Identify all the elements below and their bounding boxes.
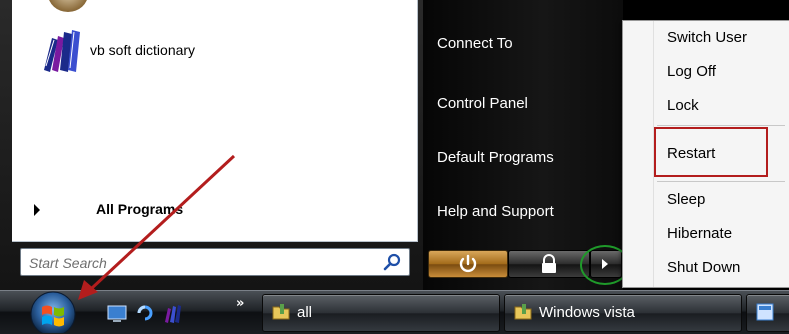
- taskbar-button-windows-vista[interactable]: Windows vista: [504, 294, 742, 332]
- menu-separator: [657, 125, 785, 126]
- lock-icon: [542, 254, 556, 273]
- start-search-box[interactable]: [20, 248, 410, 276]
- start-button[interactable]: [22, 290, 84, 333]
- program-label: vb soft dictionary: [90, 42, 196, 58]
- taskbar-button-all[interactable]: all: [262, 294, 500, 332]
- menu-item-shut-down[interactable]: Shut Down: [667, 259, 740, 276]
- program-item-vb-soft-dictionary[interactable]: vb soft dictionary: [40, 26, 410, 76]
- menu-item-hibernate[interactable]: Hibernate: [667, 225, 732, 242]
- menu-item-sleep[interactable]: Sleep: [667, 191, 705, 208]
- show-desktop-icon[interactable]: [106, 302, 128, 324]
- books-icon: [44, 30, 80, 72]
- power-icon: [459, 254, 477, 273]
- lock-button[interactable]: [508, 250, 590, 278]
- all-programs-label: All Programs: [96, 201, 184, 217]
- app-icon: [756, 303, 774, 321]
- control-panel-item[interactable]: Control Panel: [437, 95, 528, 112]
- annotation-restart-highlight: [654, 127, 768, 177]
- menu-item-switch-user[interactable]: Switch User: [667, 29, 747, 46]
- arrow-right-icon: [34, 204, 40, 216]
- start-menu-programs-pane: vb soft dictionary All Programs: [12, 0, 418, 242]
- help-and-support-item[interactable]: Help and Support: [437, 203, 554, 220]
- search-icon[interactable]: [383, 253, 401, 271]
- previous-program-icon: [48, 0, 88, 12]
- menu-item-log-off[interactable]: Log Off: [667, 63, 716, 80]
- menu-separator: [657, 181, 785, 182]
- books-icon[interactable]: [162, 302, 184, 324]
- quick-launch-more-button[interactable]: »: [236, 296, 244, 311]
- task-label: all: [297, 304, 313, 321]
- folder-icon: [514, 304, 532, 320]
- search-input[interactable]: [27, 252, 371, 274]
- task-label: Windows vista: [539, 304, 635, 321]
- taskbar-button-app[interactable]: [746, 294, 789, 332]
- connect-to-item[interactable]: Connect To: [437, 35, 513, 52]
- default-programs-item[interactable]: Default Programs: [437, 149, 554, 166]
- switch-windows-icon[interactable]: [134, 302, 156, 324]
- folder-icon: [272, 304, 290, 320]
- power-button[interactable]: [428, 250, 508, 278]
- menu-item-lock[interactable]: Lock: [667, 97, 699, 114]
- all-programs-item[interactable]: All Programs: [34, 200, 414, 226]
